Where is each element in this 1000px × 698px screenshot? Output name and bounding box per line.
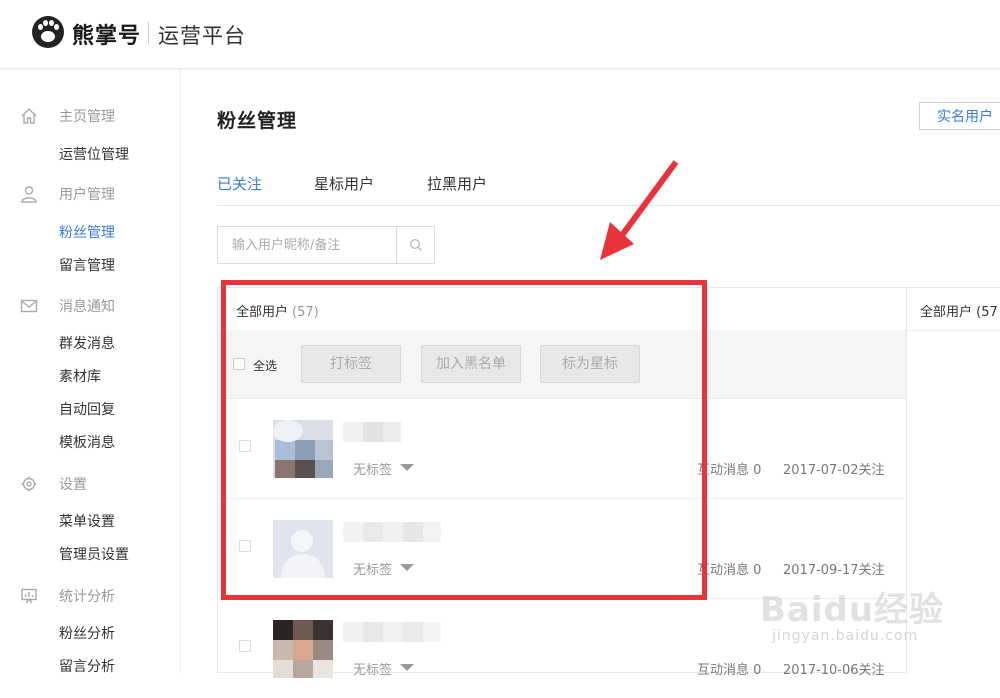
avatar [273,620,333,678]
sidebar-item-template[interactable]: 模板消息 [59,432,115,452]
bulk-action-toolbar: 全选 打标签 加入黑名单 标为星标 [218,330,906,399]
right-panel-header: 全部用户 (57 [907,288,1000,331]
search-button[interactable] [396,227,435,263]
follow-date: 2017-09-17关注 [783,563,885,578]
sidebar-item-autoreply[interactable]: 自动回复 [59,399,115,419]
sidebar: 主页管理 运营位管理 用户管理 粉丝管理 留言管理 消息通知 群发消息 素材库 … [0,69,181,676]
sidebar-item-broadcast[interactable]: 群发消息 [59,333,115,353]
all-users-label: 全部用户 [236,305,289,320]
nav-group-settings[interactable]: 设置 [59,474,87,494]
chevron-down-icon[interactable] [400,464,414,471]
search-input[interactable] [218,227,396,263]
sidebar-item-fan-analysis[interactable]: 粉丝分析 [59,623,115,643]
tab-bar: 已关注 星标用户 拉黑用户 [217,165,1000,206]
platform-name: 运营平台 [158,24,246,48]
realname-users-button[interactable]: 实名用户 [919,102,1000,130]
right-panel: 全部用户 (57 [907,287,1000,673]
user-icon [21,186,37,203]
avatar [273,520,333,578]
sidebar-item-menu-settings[interactable]: 菜单设置 [59,511,115,531]
tab-followed[interactable]: 已关注 [217,173,262,194]
mail-icon [20,299,38,313]
chevron-down-icon[interactable] [400,564,414,571]
top-bar: 熊掌号 运营平台 [0,0,1000,69]
interaction-count: 互动消息 0 [697,563,762,578]
tag-label: 无标签 [353,463,393,478]
tab-blocked[interactable]: 拉黑用户 [427,173,487,194]
row-checkbox[interactable] [239,540,251,552]
interaction-count: 互动消息 0 [697,663,762,678]
select-all-label: 全选 [253,359,278,373]
follow-date: 2017-10-06关注 [783,663,885,678]
nav-group-stats[interactable]: 统计分析 [59,586,115,606]
home-icon [21,108,37,124]
row-checkbox[interactable] [239,640,251,652]
mark-star-button[interactable]: 标为星标 [540,345,640,383]
avatar [273,420,333,478]
nav-group-home[interactable]: 主页管理 [59,106,115,126]
table-row[interactable]: 无标签 互动消息 0 2017-07-02关注 [218,398,906,499]
user-count: (57) [292,305,319,320]
nav-group-messages[interactable]: 消息通知 [59,296,115,316]
search-icon [409,238,422,251]
paw-logo-icon [32,16,64,48]
row-checkbox[interactable] [239,440,251,452]
brand-name: 熊掌号 [72,24,142,49]
search-box [217,226,435,264]
sidebar-item-comments[interactable]: 留言管理 [59,255,115,275]
nav-group-users[interactable]: 用户管理 [59,184,115,204]
select-all-checkbox[interactable] [233,358,245,370]
brand-divider [148,22,149,44]
chevron-down-icon[interactable] [400,664,414,671]
table-row[interactable]: 无标签 互动消息 0 2017-09-17关注 [218,498,906,599]
add-tag-button[interactable]: 打标签 [301,345,401,383]
chart-icon [21,588,37,604]
sidebar-item-library[interactable]: 素材库 [59,366,101,386]
follow-date: 2017-07-02关注 [783,463,885,478]
gear-icon [21,476,37,492]
sidebar-item-fans[interactable]: 粉丝管理 [59,222,115,242]
tag-label: 无标签 [353,563,393,578]
right-panel-label: 全部用户 (57 [920,305,998,320]
interaction-count: 互动消息 0 [697,463,762,478]
tab-starred[interactable]: 星标用户 [314,173,374,194]
add-to-blacklist-button[interactable]: 加入黑名单 [421,345,521,383]
page-title: 粉丝管理 [217,110,298,132]
sidebar-item-comment-analysis[interactable]: 留言分析 [59,656,115,676]
table-row[interactable]: 无标签 互动消息 0 2017-10-06关注 [218,598,906,698]
panel-header-label: 全部用户 (57) [236,301,319,320]
sidebar-item-slots[interactable]: 运营位管理 [59,144,129,164]
panel-header: 全部用户 (57) [218,288,906,331]
sidebar-item-admin-settings[interactable]: 管理员设置 [59,544,129,564]
user-list-panel: 全部用户(57) 全选 打标签 加入黑名单 标为星标 无标签 互动消息 0 2 [217,287,907,678]
tag-label: 无标签 [353,663,393,678]
